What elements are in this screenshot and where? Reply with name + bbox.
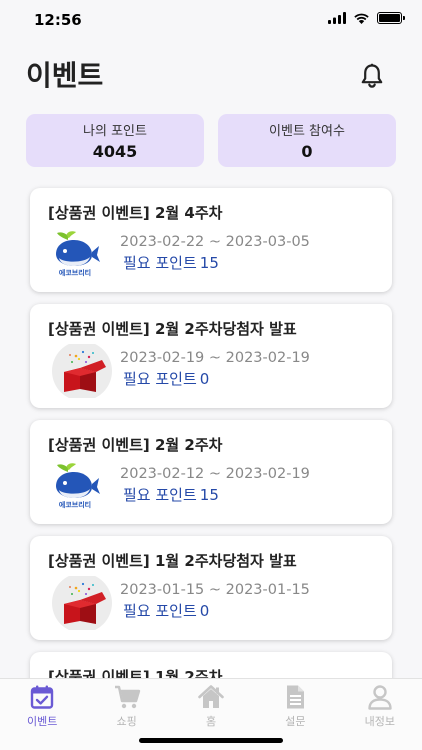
event-points: 필요 포인트 0: [120, 600, 209, 621]
event-list: [상품권 이벤트] 2월 4주차 에코브리티 2023-02-22 ~ 2023…: [30, 188, 392, 704]
points-label: 필요 포인트: [123, 370, 197, 388]
tab-label: 내정보: [364, 715, 396, 728]
brand-logo-text: 에코브리티: [59, 500, 91, 509]
status-time: 12:56: [34, 11, 82, 29]
tab-label: 홈: [205, 715, 217, 728]
event-title: [상품권 이벤트] 2월 2주차: [48, 436, 223, 454]
points-value: 15: [199, 254, 219, 272]
cart-icon: [114, 685, 140, 709]
my-points-card: 나의 포인트 4045: [26, 114, 204, 167]
notification-bell-icon[interactable]: [358, 62, 386, 90]
tab-label: 쇼핑: [116, 715, 137, 728]
event-title: [상품권 이벤트] 2월 4주차: [48, 204, 223, 222]
event-dates: 2023-02-19 ~ 2023-02-19: [120, 350, 310, 366]
tab-event[interactable]: 이벤트: [0, 679, 84, 750]
points-value: 0: [199, 370, 210, 388]
event-dates: 2023-02-12 ~ 2023-02-19: [120, 466, 310, 482]
event-points: 필요 포인트 15: [120, 252, 219, 273]
whale-logo-thumbnail: 에코브리티: [50, 228, 110, 278]
brand-logo-text: 에코브리티: [59, 268, 91, 277]
bottom-tab-bar: 이벤트 쇼핑 홈 설문 내정보: [0, 678, 422, 750]
status-bar: 12:56: [0, 0, 422, 44]
tab-my-info[interactable]: 내정보: [338, 679, 422, 750]
cellular-signal-icon: [328, 12, 346, 24]
home-indicator: [139, 738, 283, 743]
event-points: 필요 포인트 0: [120, 368, 209, 389]
status-icons: [328, 12, 405, 24]
event-title: [상품권 이벤트] 1월 2주차당첨자 발표: [48, 552, 297, 570]
whale-logo-thumbnail: 에코브리티: [50, 460, 110, 510]
gift-box-thumbnail: [50, 573, 112, 633]
event-participation-card: 이벤트 참여수 0: [218, 114, 396, 167]
calendar-check-icon: [31, 685, 54, 709]
points-label: 필요 포인트: [123, 602, 197, 620]
points-value: 0: [199, 602, 210, 620]
event-points: 필요 포인트 15: [120, 484, 219, 505]
points-label: 필요 포인트: [123, 254, 197, 272]
event-card[interactable]: [상품권 이벤트] 2월 4주차 에코브리티 2023-02-22 ~ 2023…: [30, 188, 392, 292]
event-title: [상품권 이벤트] 2월 2주차당첨자 발표: [48, 320, 297, 338]
points-value: 15: [199, 486, 219, 504]
page-title: 이벤트: [26, 59, 104, 92]
battery-icon: [377, 12, 405, 24]
home-icon: [198, 685, 224, 708]
wifi-icon: [354, 13, 369, 24]
event-participation-label: 이벤트 참여수: [269, 124, 345, 139]
tab-label: 설문: [285, 715, 306, 728]
my-points-label: 나의 포인트: [83, 124, 147, 139]
event-dates: 2023-01-15 ~ 2023-01-15: [120, 582, 310, 598]
user-icon: [368, 685, 392, 710]
points-label: 필요 포인트: [123, 486, 197, 504]
my-points-value: 4045: [92, 142, 138, 161]
page-header: 이벤트: [26, 56, 396, 96]
event-dates: 2023-02-22 ~ 2023-03-05: [120, 234, 310, 250]
event-card[interactable]: [상품권 이벤트] 2월 2주차당첨자 발표 2023-02-19 ~ 2023…: [30, 304, 392, 408]
gift-box-thumbnail: [50, 341, 112, 401]
tab-label: 이벤트: [27, 715, 58, 728]
event-participation-value: 0: [301, 142, 313, 161]
event-card[interactable]: [상품권 이벤트] 1월 2주차당첨자 발표 2023-01-15 ~ 2023…: [30, 536, 392, 640]
stats-row: 나의 포인트 4045 이벤트 참여수 0: [26, 114, 396, 167]
event-card[interactable]: [상품권 이벤트] 2월 2주차 에코브리티 2023-02-12 ~ 2023…: [30, 420, 392, 524]
survey-icon: [287, 685, 305, 709]
